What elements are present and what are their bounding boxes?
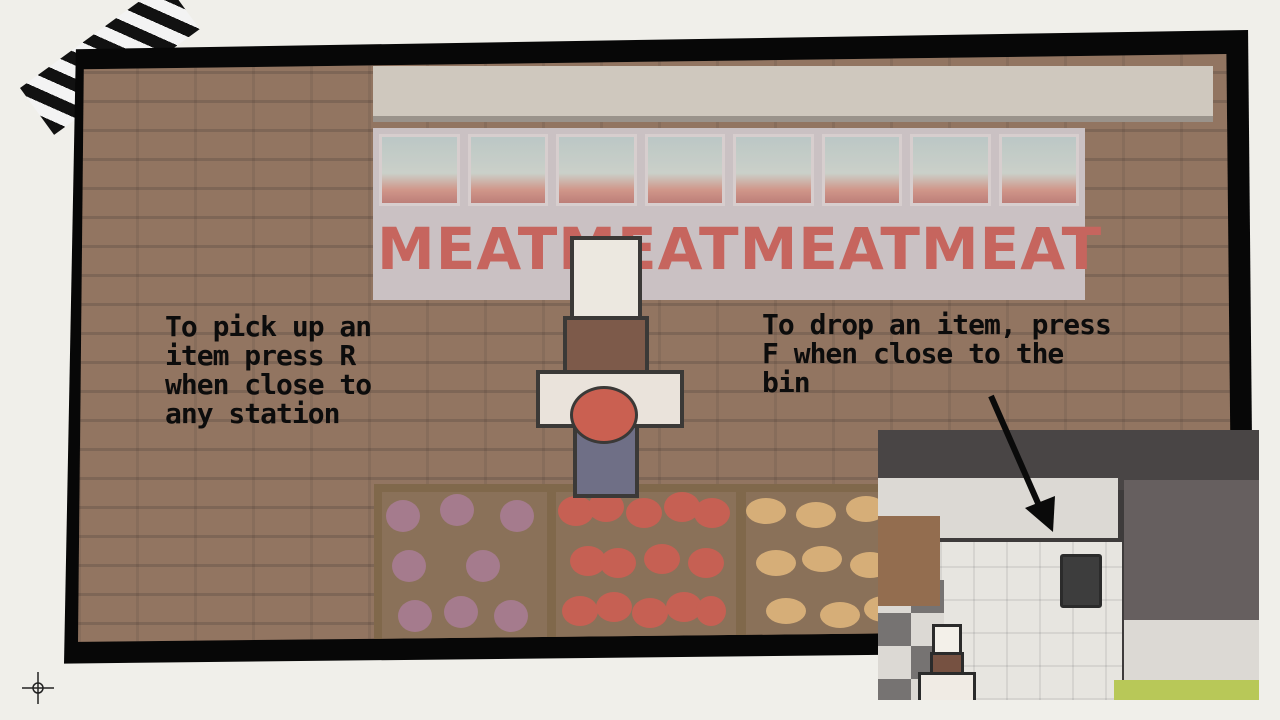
bread-bun [746,498,786,524]
onion [466,550,500,582]
bin-inset-screenshot [878,430,1259,700]
shop-window [556,134,637,206]
onion [444,596,478,628]
pickup-hint-text: To pick up an item press R when close to… [165,310,372,430]
onion [500,500,534,532]
onion [494,600,528,632]
chef-character [533,236,693,498]
tomato [694,498,730,528]
bread-bun [796,502,836,528]
tomato [632,598,668,628]
shop-window [644,134,725,206]
meat-word: MEAT [739,215,921,283]
onion [440,494,474,526]
onion [386,500,420,532]
drop-hint-text: To drop an item, press F when close to t… [762,308,1112,399]
onion [392,550,426,582]
tomato [688,548,724,578]
inset-haze [878,430,1259,700]
tomato [644,544,680,574]
store-awning [373,66,1213,122]
shop-window [910,134,991,206]
tomato [600,548,636,578]
held-tomato [570,386,638,444]
meat-shop-sign: MEAT MEAT MEAT MEAT [373,128,1101,300]
shop-window [733,134,814,206]
tomato [696,596,726,626]
shop-window [821,134,902,206]
shop-windows [379,134,1079,206]
onion [398,600,432,632]
shop-window [467,134,548,206]
tomato [596,592,632,622]
shop-window [998,134,1079,206]
shop-window [379,134,460,206]
bread-bun [766,598,806,624]
tomato-shelf [548,484,744,642]
meat-word: MEAT [377,215,559,283]
onion-shelf [374,484,555,642]
tomato [562,596,598,626]
crosshair-icon [22,672,54,704]
bread-bun [802,546,842,572]
bread-bun [820,602,860,628]
bread-bun [756,550,796,576]
meat-sign-lettering: MEAT MEAT MEAT MEAT [377,214,1101,284]
tomato [626,498,662,528]
arrow-down-pointer-icon [988,394,1055,532]
meat-word: MEAT [920,215,1103,283]
